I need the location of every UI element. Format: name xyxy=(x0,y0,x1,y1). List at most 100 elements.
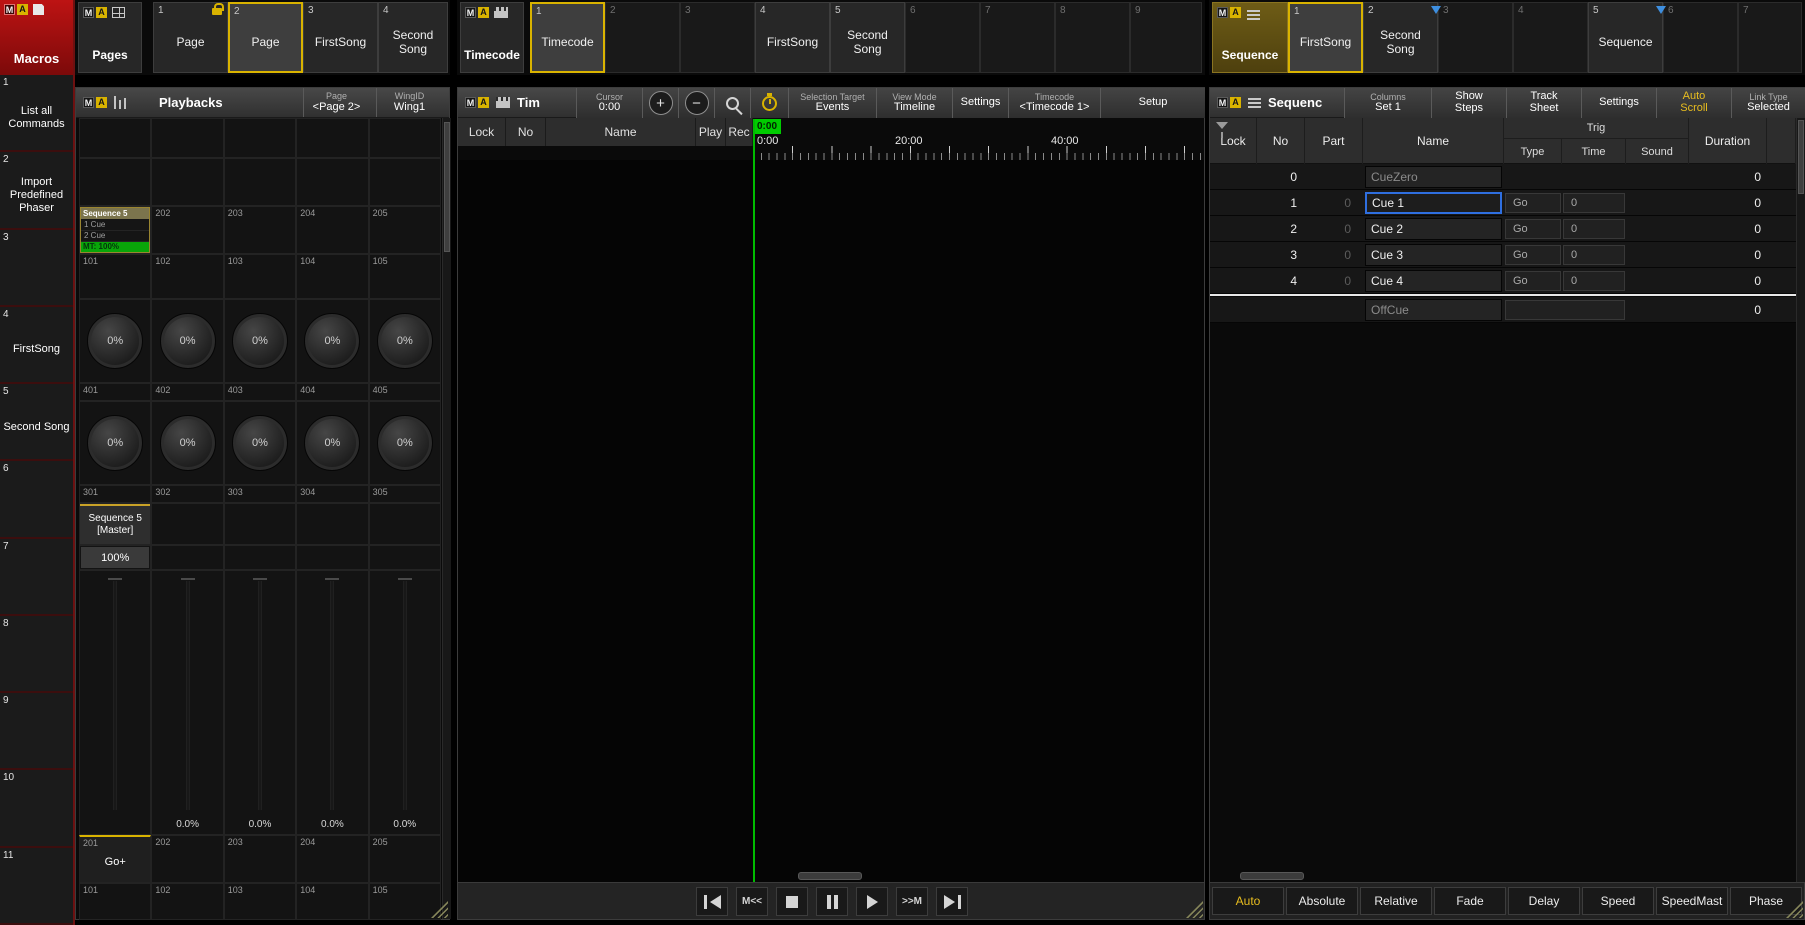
marker-rewind-button[interactable]: M<< xyxy=(736,887,768,916)
tab-empty-8[interactable]: 8 xyxy=(1055,2,1130,73)
zoom-out-button[interactable]: − xyxy=(678,88,714,118)
executor-cell[interactable] xyxy=(224,503,296,545)
encoder-relative-button[interactable]: Relative xyxy=(1360,887,1432,915)
macro-item-6[interactable]: 6 xyxy=(0,461,73,538)
executor-cell[interactable] xyxy=(224,118,296,158)
cell-type[interactable] xyxy=(1504,164,1562,189)
tab-secondsong[interactable]: 2Second Song xyxy=(1363,2,1438,73)
tab-empty-6[interactable]: 6 xyxy=(905,2,980,73)
executor-cell[interactable] xyxy=(296,545,368,570)
master-value-cell[interactable]: 100% xyxy=(79,545,151,570)
page-indicator[interactable]: Page <Page 2> xyxy=(303,88,369,117)
column-no[interactable]: No xyxy=(506,118,546,146)
macro-item-7[interactable]: 7 xyxy=(0,539,73,616)
executor-button-103[interactable]: 103 xyxy=(224,883,296,920)
tab-firstsong[interactable]: 3 FirstSong xyxy=(303,2,378,73)
h-scrollbar-handle[interactable] xyxy=(798,872,862,880)
cell-no[interactable]: 2 xyxy=(1257,216,1305,241)
skip-to-end-button[interactable] xyxy=(936,887,968,916)
executor-cell[interactable] xyxy=(224,545,296,570)
encoder-knob-401[interactable]: 0% xyxy=(87,313,143,369)
encoder-knob-301[interactable]: 0% xyxy=(87,415,143,471)
executor-cell[interactable] xyxy=(151,503,223,545)
encoder-knob-403[interactable]: 0% xyxy=(232,313,288,369)
tab-empty-9[interactable]: 9 xyxy=(1130,2,1202,73)
executor-cell[interactable] xyxy=(296,118,368,158)
fader-track[interactable] xyxy=(258,581,261,810)
column-rec[interactable]: Rec xyxy=(726,118,753,146)
cell-lock[interactable] xyxy=(1210,190,1257,215)
executor-cell[interactable] xyxy=(296,158,368,206)
executor-cell[interactable] xyxy=(151,118,223,158)
header-no[interactable]: No xyxy=(1257,118,1305,164)
setup-button[interactable]: Setup xyxy=(1100,88,1205,118)
executor-cell-103[interactable]: 103 xyxy=(224,254,296,299)
zoom-search-button[interactable] xyxy=(714,88,750,118)
h-scrollbar-handle[interactable] xyxy=(1240,872,1304,880)
auto-scroll-button[interactable]: Auto Scroll xyxy=(1656,88,1731,118)
fader-103[interactable]: 0.0% xyxy=(224,570,296,835)
cell-duration[interactable]: 0 xyxy=(1689,190,1767,215)
executor-cell-203[interactable]: 203 xyxy=(224,206,296,254)
column-lock[interactable]: Lock xyxy=(458,118,506,146)
executor-cell[interactable] xyxy=(79,158,151,206)
macro-item-5[interactable]: 5Second Song xyxy=(0,384,73,461)
executor-cell[interactable] xyxy=(369,545,441,570)
encoder-phase-button[interactable]: Phase xyxy=(1730,887,1802,915)
tab-firstsong-selected[interactable]: 1FirstSong xyxy=(1288,2,1363,73)
cell-trig-empty[interactable] xyxy=(1505,300,1625,320)
cell-sound[interactable] xyxy=(1626,297,1689,322)
columns-set-button[interactable]: Columns Set 1 xyxy=(1344,88,1431,118)
encoder-knob-402[interactable]: 0% xyxy=(160,313,216,369)
link-type-button[interactable]: Link Type Selected xyxy=(1731,88,1805,118)
master-sequence-cell[interactable]: Sequence 5 [Master] xyxy=(79,503,151,545)
fader-101[interactable] xyxy=(79,570,151,835)
encoder-knob-305[interactable]: 0% xyxy=(377,415,433,471)
executor-cell[interactable] xyxy=(151,545,223,570)
cell-part[interactable]: 0 xyxy=(1305,216,1363,241)
marker-forward-button[interactable]: >>M xyxy=(896,887,928,916)
go-plus-button[interactable]: 201Go+ xyxy=(79,835,151,883)
encoder-knob-304[interactable]: 0% xyxy=(304,415,360,471)
executor-cell[interactable] xyxy=(369,503,441,545)
encoder-knob-405[interactable]: 0% xyxy=(377,313,433,369)
cell-sound[interactable] xyxy=(1626,216,1689,241)
show-steps-button[interactable]: Show Steps xyxy=(1431,88,1506,118)
cell-part[interactable] xyxy=(1305,297,1363,322)
cell-sound[interactable] xyxy=(1626,268,1689,293)
tab-empty-7[interactable]: 7 xyxy=(1738,2,1802,73)
cursor-position-button[interactable]: Cursor 0:00 xyxy=(576,88,642,118)
fader-track[interactable] xyxy=(403,581,406,810)
executor-cell-202[interactable]: 202 xyxy=(151,206,223,254)
cell-duration[interactable]: 0 xyxy=(1689,164,1767,189)
stop-button[interactable] xyxy=(776,887,808,916)
tab-empty-3[interactable]: 3 xyxy=(680,2,755,73)
cell-sound[interactable] xyxy=(1626,190,1689,215)
macro-item-10[interactable]: 10 xyxy=(0,770,73,847)
cell-duration[interactable]: 0 xyxy=(1689,216,1767,241)
skip-to-start-button[interactable] xyxy=(696,887,728,916)
fader-104[interactable]: 0.0% xyxy=(296,570,368,835)
tab-empty-6[interactable]: 6 xyxy=(1663,2,1738,73)
view-mode-button[interactable]: View Mode Timeline xyxy=(876,88,952,118)
macro-pool-header[interactable]: MA Macros xyxy=(0,0,73,75)
encoder-delay-button[interactable]: Delay xyxy=(1508,887,1580,915)
cell-no[interactable]: 3 xyxy=(1257,242,1305,267)
header-type[interactable]: Type xyxy=(1504,138,1562,164)
header-part[interactable]: Part xyxy=(1305,118,1363,164)
encoder-knob-302[interactable]: 0% xyxy=(160,415,216,471)
tab-empty-4[interactable]: 4 xyxy=(1513,2,1588,73)
cell-lock[interactable] xyxy=(1210,164,1257,189)
cell-no[interactable]: 1 xyxy=(1257,190,1305,215)
fader-102[interactable]: 0.0% xyxy=(151,570,223,835)
play-button[interactable] xyxy=(856,887,888,916)
encoder-absolute-button[interactable]: Absolute xyxy=(1286,887,1358,915)
executor-cell-204[interactable]: 204 xyxy=(296,206,368,254)
pause-button[interactable] xyxy=(816,887,848,916)
timecode-pool-button[interactable]: MA Timecode xyxy=(460,2,524,73)
encoder-speed-button[interactable]: Speed xyxy=(1582,887,1654,915)
tab-sequence[interactable]: 5Sequence xyxy=(1588,2,1663,73)
executor-cell[interactable] xyxy=(369,158,441,206)
fader-track[interactable] xyxy=(186,581,189,810)
tab-secondsong[interactable]: 4 Second Song xyxy=(378,2,448,73)
